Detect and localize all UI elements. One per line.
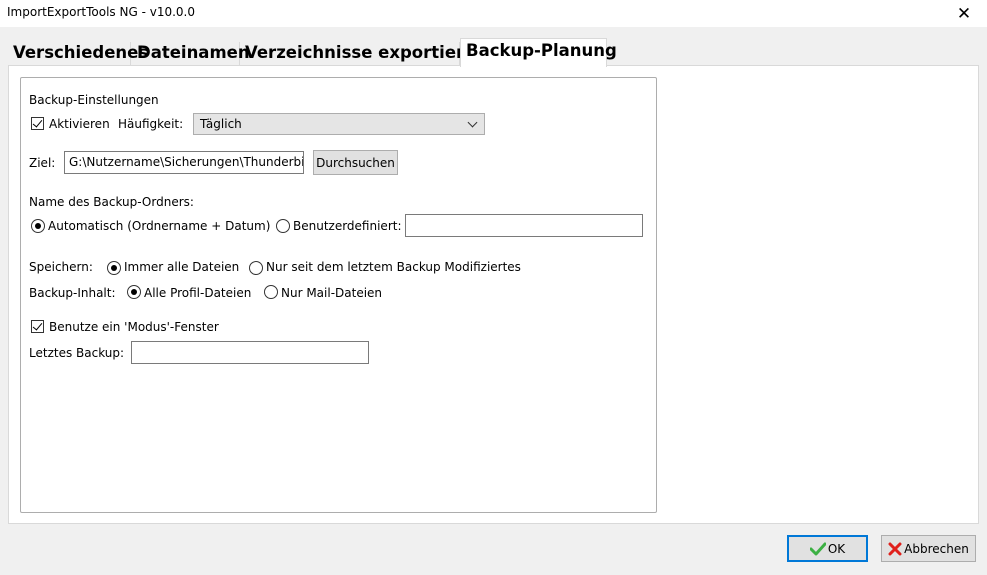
close-x-icon (888, 542, 902, 556)
tab-backup-planung[interactable]: Backup-Planung (460, 38, 617, 67)
last-backup-label: Letztes Backup: (29, 346, 125, 360)
save-modified-label: Nur seit dem letztem Backup Modifizierte… (266, 260, 521, 274)
modal-label: Benutze ein 'Modus'-Fenster (49, 320, 219, 334)
save-modified-radio[interactable] (249, 261, 263, 275)
last-backup-input[interactable] (131, 341, 369, 364)
title-bar: ImportExportTools NG - v10.0.0 ✕ (0, 0, 987, 27)
content-label: Backup-Inhalt: (29, 286, 116, 300)
chevron-down-icon (467, 117, 478, 128)
ok-button[interactable]: OK (787, 535, 868, 562)
target-label: Ziel: (29, 156, 56, 170)
window-title: ImportExportTools NG - v10.0.0 (7, 5, 195, 19)
cancel-label: Abbrechen (904, 541, 969, 556)
tab-dateinamen[interactable]: Dateinamen (132, 42, 250, 66)
check-icon (809, 542, 826, 556)
auto-radio[interactable] (31, 219, 45, 233)
close-icon[interactable]: ✕ (941, 0, 987, 27)
group-label: Backup-Einstellungen (29, 93, 159, 107)
custom-name-input[interactable] (405, 214, 643, 237)
content-mail-radio[interactable] (264, 285, 278, 299)
modal-checkbox[interactable] (31, 320, 44, 333)
target-value: G:\Nutzername\Sicherungen\Thunderbird (69, 155, 304, 169)
ok-label: OK (827, 541, 846, 556)
frequency-value: Täglich (200, 117, 242, 131)
activate-label: Aktivieren (49, 117, 110, 131)
folder-name-label: Name des Backup-Ordners: (29, 195, 194, 209)
target-input[interactable]: G:\Nutzername\Sicherungen\Thunderbird (64, 151, 304, 174)
activate-checkbox[interactable] (31, 117, 44, 130)
frequency-label: Häufigkeit: (118, 117, 184, 131)
content-all-label: Alle Profil-Dateien (144, 286, 252, 300)
cancel-button[interactable]: Abbrechen (881, 535, 976, 562)
save-all-radio[interactable] (107, 261, 121, 275)
custom-radio[interactable] (276, 219, 290, 233)
content-all-radio[interactable] (127, 285, 141, 299)
save-label: Speichern: (29, 260, 93, 274)
frequency-select[interactable]: Täglich (193, 113, 485, 135)
save-all-label: Immer alle Dateien (124, 260, 240, 274)
custom-label: Benutzerdefiniert: (293, 219, 402, 233)
auto-label: Automatisch (Ordnername + Datum) (48, 219, 271, 233)
tab-verzeichnisse-exportieren[interactable]: Verzeichnisse exportieren (240, 42, 487, 66)
tab-verschiedenes[interactable]: Verschiedenes (8, 42, 148, 66)
browse-button[interactable]: Durchsuchen (313, 150, 398, 175)
content-mail-label: Nur Mail-Dateien (281, 286, 383, 300)
